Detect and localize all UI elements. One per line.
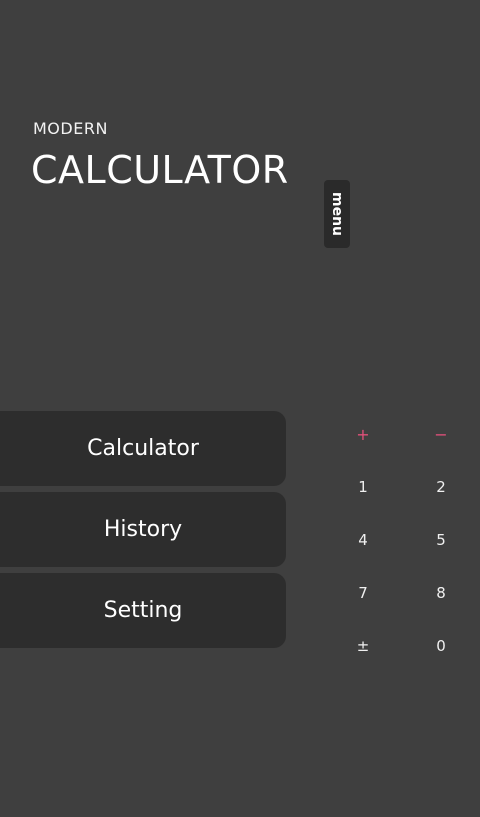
menu-toggle-label: menu: [329, 191, 345, 237]
key-plus-minus[interactable]: ±: [343, 637, 383, 655]
nav-item-label: History: [103, 517, 183, 542]
key-4[interactable]: 4: [343, 531, 383, 549]
nav-item-label: Setting: [103, 598, 183, 623]
nav-item-setting[interactable]: Setting: [0, 573, 286, 648]
menu-toggle-button[interactable]: menu: [324, 180, 350, 248]
key-1[interactable]: 1: [343, 478, 383, 496]
key-plus[interactable]: +: [343, 425, 383, 444]
key-minus[interactable]: −: [421, 425, 461, 444]
key-5[interactable]: 5: [421, 531, 461, 549]
nav-item-calculator[interactable]: Calculator: [0, 411, 286, 486]
key-2[interactable]: 2: [421, 478, 461, 496]
key-0[interactable]: 0: [421, 637, 461, 655]
key-8[interactable]: 8: [421, 584, 461, 602]
app-subtitle: MODERN: [33, 119, 108, 138]
key-7[interactable]: 7: [343, 584, 383, 602]
nav-item-history[interactable]: History: [0, 492, 286, 567]
app-title: CALCULATOR: [31, 148, 289, 192]
nav-item-label: Calculator: [87, 436, 199, 461]
